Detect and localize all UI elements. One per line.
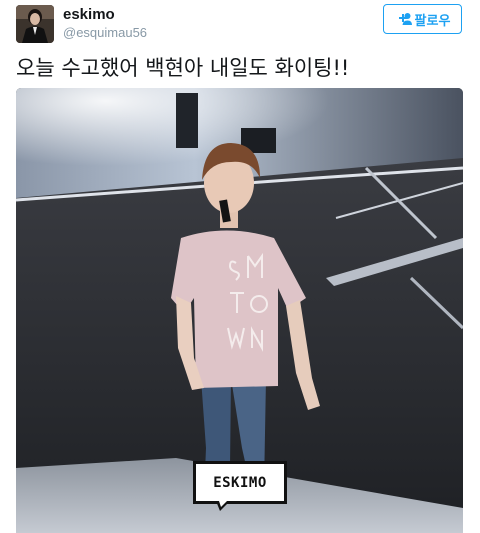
person-plus-icon — [398, 13, 412, 25]
follow-button[interactable]: 팔로우 — [383, 4, 462, 34]
watermark-speech-bubble: ESKIMO — [193, 461, 287, 504]
follow-button-label: 팔로우 — [414, 13, 451, 29]
author-avatar[interactable] — [16, 5, 54, 43]
speech-bubble-tail — [216, 501, 230, 511]
watermark-text: ESKIMO — [213, 474, 267, 491]
tweet-text: 오늘 수고했어 백현아 내일도 화이팅!! — [16, 56, 350, 80]
tweet-media-photo[interactable]: ESKIMO — [16, 88, 463, 533]
tweet-card: eskimo @esquimau56 팔로우 오늘 수고했어 백현아 내일도 화… — [0, 0, 480, 533]
author-handle[interactable]: @esquimau56 — [63, 25, 147, 41]
author-name[interactable]: eskimo — [63, 6, 115, 24]
